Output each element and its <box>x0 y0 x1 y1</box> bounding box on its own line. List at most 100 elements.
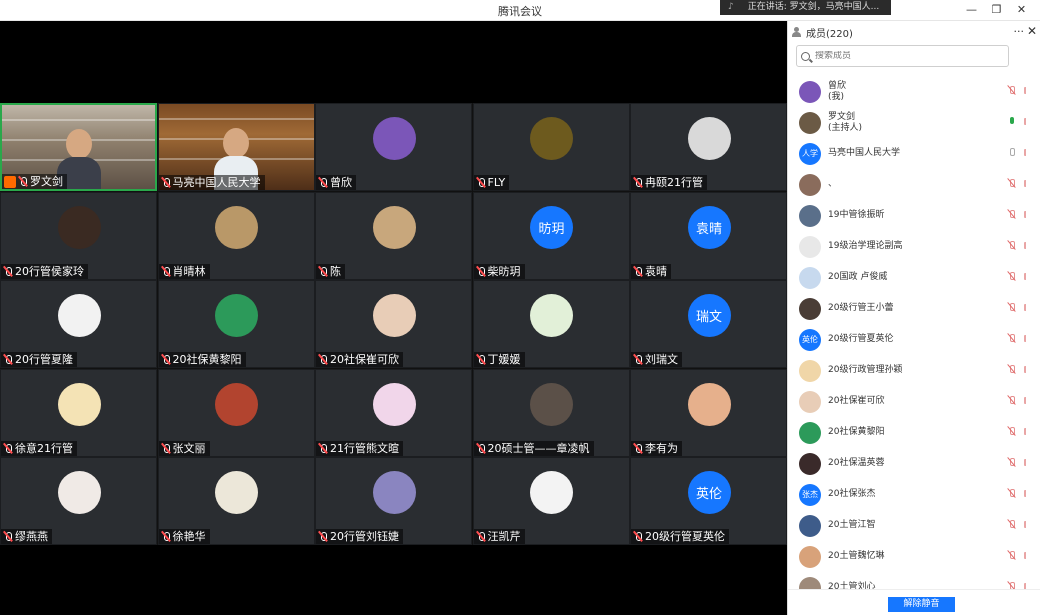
unmute-all-button[interactable]: 解除静音 <box>888 597 955 612</box>
member-name: 、 <box>828 179 838 189</box>
member-avatar <box>799 266 821 289</box>
video-tile[interactable]: 马亮中国人民大学 <box>157 103 315 191</box>
member-avatar <box>799 204 821 227</box>
member-row[interactable]: 人学 马亮中国人民大学 <box>788 138 1026 169</box>
member-row[interactable]: 张杰 20社保张杰 <box>788 479 1026 510</box>
camera-icon[interactable] <box>1024 397 1026 404</box>
member-row[interactable]: 19中管徐振昕 <box>788 200 1026 231</box>
camera-icon[interactable] <box>1024 180 1026 187</box>
mic-icon[interactable] <box>1008 240 1016 252</box>
member-row[interactable]: 、 <box>788 169 1026 200</box>
video-tile[interactable]: 陈 <box>315 191 472 280</box>
participant-name-tag: 曾欣 <box>316 175 356 190</box>
mic-icon[interactable] <box>1008 271 1016 283</box>
video-tile[interactable]: 肖晴林 <box>157 191 315 280</box>
mic-icon[interactable] <box>1008 147 1016 159</box>
member-name-block: 19级治学理论副高 <box>828 241 902 252</box>
video-tile[interactable]: 缪燕燕 <box>0 457 157 545</box>
member-avatar: 人学 <box>799 142 821 165</box>
video-tile[interactable]: 昉玥 柴昉玥 <box>472 191 630 280</box>
camera-icon[interactable] <box>1024 428 1026 435</box>
close-panel-icon[interactable]: ✕ <box>1027 24 1037 38</box>
camera-icon[interactable] <box>1024 335 1026 342</box>
search-input[interactable] <box>815 51 995 61</box>
video-tile[interactable]: 20行管刘钰婕 <box>315 457 472 545</box>
video-tile[interactable]: 袁晴 袁晴 <box>630 191 787 280</box>
participant-name: 曾欣 <box>330 176 352 189</box>
video-tile[interactable]: 英伦 20级行管夏英伦 <box>630 457 787 545</box>
mic-icon[interactable] <box>1008 178 1016 190</box>
member-row[interactable]: 20社保黄黎阳 <box>788 417 1026 448</box>
camera-icon[interactable] <box>1024 242 1026 249</box>
head <box>65 129 92 159</box>
search-icon <box>801 51 810 61</box>
video-tile[interactable]: 20行管侯家玲 <box>0 191 157 280</box>
mic-icon[interactable] <box>1008 488 1016 500</box>
member-row[interactable]: 20级行管王小蕾 <box>788 293 1026 324</box>
member-row[interactable]: 20社保崔可欣 <box>788 386 1026 417</box>
camera-icon[interactable] <box>1024 304 1026 311</box>
member-row[interactable]: 20土管江智 <box>788 510 1026 541</box>
camera-icon[interactable] <box>1024 149 1026 156</box>
member-row[interactable]: 曾欣 (我) <box>788 76 1026 107</box>
mic-muted-icon <box>3 443 13 454</box>
camera-icon[interactable] <box>1024 521 1026 528</box>
video-tile[interactable]: 20硕士管——章凌帆 <box>472 368 630 457</box>
camera-icon[interactable] <box>1024 118 1026 125</box>
host-icon <box>4 175 16 188</box>
camera-icon[interactable] <box>1024 459 1026 466</box>
mic-icon[interactable] <box>1008 426 1016 438</box>
member-row[interactable]: 20土管魏忆琳 <box>788 541 1026 572</box>
camera-icon[interactable] <box>1024 552 1026 559</box>
participant-avatar <box>372 471 416 514</box>
mic-icon[interactable] <box>1008 116 1016 128</box>
video-tile[interactable]: 20社保黄黎阳 <box>157 280 315 368</box>
video-tile[interactable]: 徐艳华 <box>157 457 315 545</box>
member-row[interactable]: 20社保温英蓉 <box>788 448 1026 479</box>
video-tile[interactable]: FLY <box>472 103 630 191</box>
mic-icon[interactable] <box>1008 519 1016 531</box>
video-tile[interactable]: 21行管熊文暄 <box>315 368 472 457</box>
member-row[interactable]: 英伦 20级行管夏英伦 <box>788 324 1026 355</box>
close-window-button[interactable]: ✕ <box>1009 3 1034 17</box>
mic-icon[interactable] <box>1008 550 1016 562</box>
mic-icon[interactable] <box>1008 333 1016 345</box>
minimize-button[interactable]: — <box>959 3 984 17</box>
member-search[interactable] <box>796 45 1009 67</box>
participant-name-tag: 马亮中国人民大学 <box>158 175 265 190</box>
video-tile[interactable]: 冉颐21行管 <box>630 103 787 191</box>
people-icon <box>792 27 802 37</box>
participant-avatar <box>372 382 416 426</box>
member-row[interactable]: 20级行政管理孙颖 <box>788 355 1026 386</box>
participant-avatar <box>215 382 258 426</box>
mic-icon[interactable] <box>1008 209 1016 221</box>
more-options-icon[interactable]: ··· <box>1014 25 1025 38</box>
mic-icon[interactable] <box>1008 85 1016 97</box>
member-row[interactable]: 20土管刘心 <box>788 572 1026 590</box>
camera-icon[interactable] <box>1024 366 1026 373</box>
maximize-button[interactable]: ❐ <box>984 3 1009 17</box>
camera-icon[interactable] <box>1024 211 1026 218</box>
member-avatar <box>799 359 821 382</box>
camera-icon[interactable] <box>1024 273 1026 280</box>
video-tile[interactable]: 20社保崔可欣 <box>315 280 472 368</box>
video-tile[interactable]: 李有为 <box>630 368 787 457</box>
mic-icon[interactable] <box>1008 302 1016 314</box>
video-tile[interactable]: 20行管夏隆 <box>0 280 157 368</box>
participant-name: 刘瑞文 <box>645 353 678 366</box>
video-tile[interactable]: 丁媛媛 <box>472 280 630 368</box>
video-tile[interactable]: 张文丽 <box>157 368 315 457</box>
camera-icon[interactable] <box>1024 87 1026 94</box>
video-tile[interactable]: 瑞文 刘瑞文 <box>630 280 787 368</box>
video-tile[interactable]: 曾欣 <box>315 103 472 191</box>
member-row[interactable]: 罗文剑 (主持人) <box>788 107 1026 138</box>
video-tile[interactable]: 汪凯芹 <box>472 457 630 545</box>
member-row[interactable]: 20国政 卢俊威 <box>788 262 1026 293</box>
video-tile[interactable]: 徐意21行管 <box>0 368 157 457</box>
camera-icon[interactable] <box>1024 490 1026 497</box>
mic-icon[interactable] <box>1008 395 1016 407</box>
mic-icon[interactable] <box>1008 457 1016 469</box>
video-tile[interactable]: 罗文剑 <box>0 103 157 191</box>
member-row[interactable]: 19级治学理论副高 <box>788 231 1026 262</box>
mic-icon[interactable] <box>1008 364 1016 376</box>
